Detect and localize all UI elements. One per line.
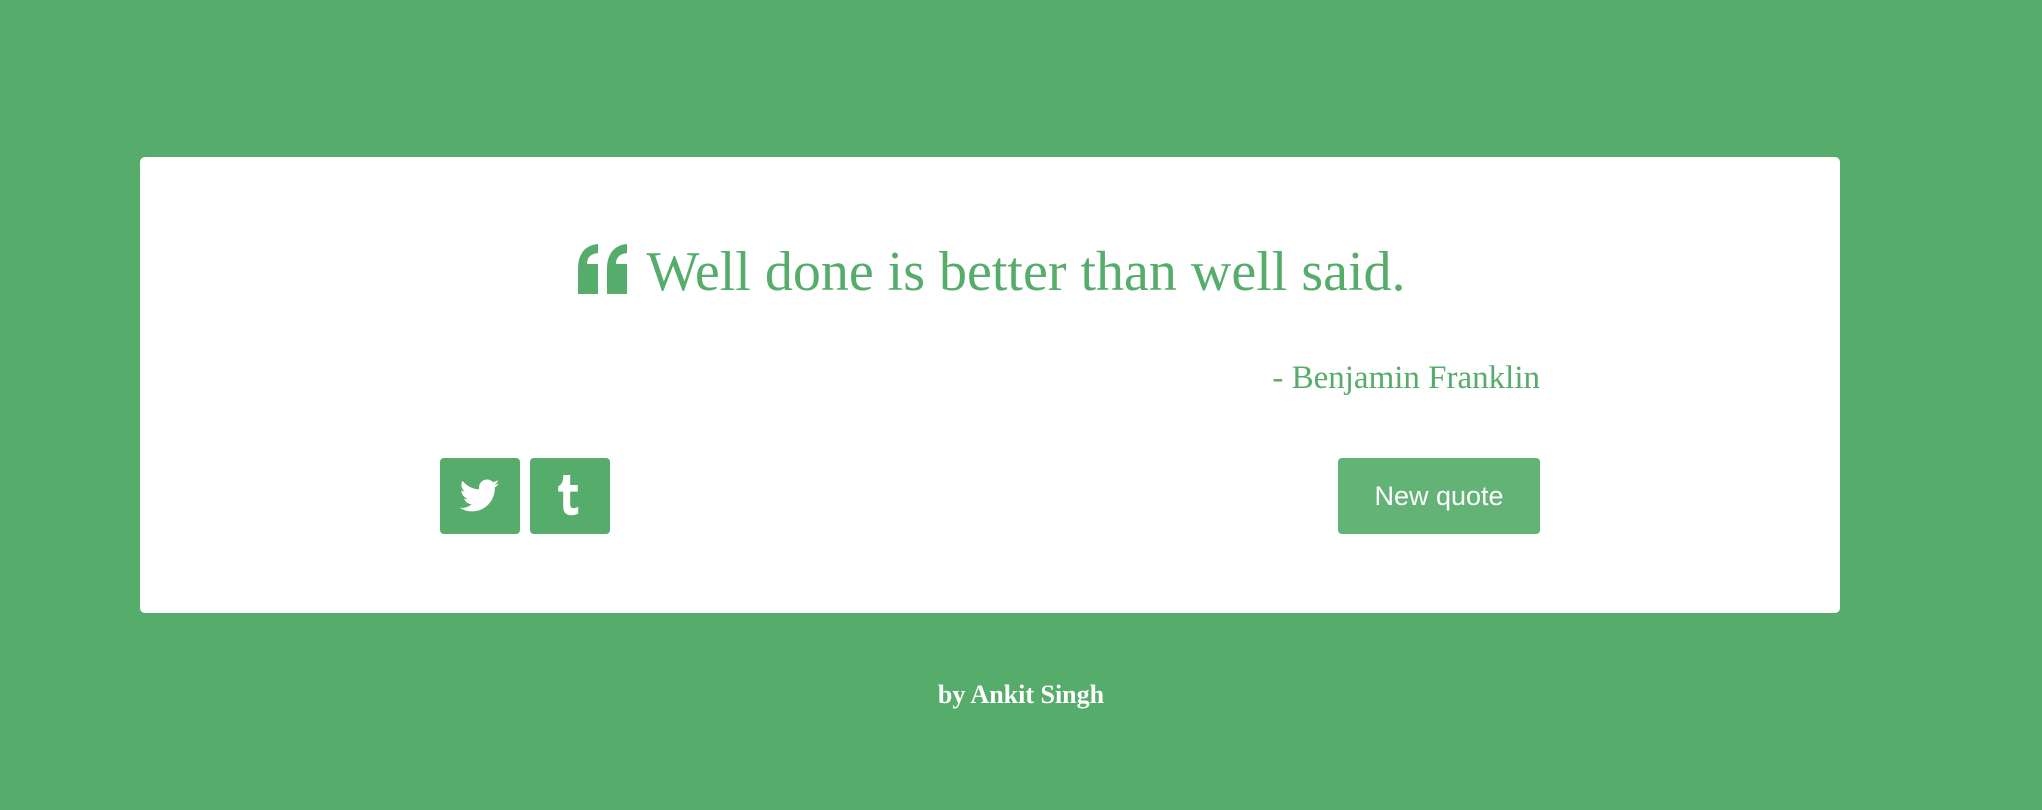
quote-card: Well done is better than well said. - Be…: [140, 157, 1840, 613]
quote-left-icon: [574, 243, 632, 295]
tweet-button[interactable]: [440, 458, 520, 534]
twitter-icon: [460, 479, 500, 513]
tumblr-button[interactable]: [530, 458, 610, 534]
new-quote-button[interactable]: New quote: [1338, 458, 1540, 534]
quote-author: - Benjamin Franklin: [1272, 360, 1540, 396]
author-credit: by Ankit Singh: [937, 680, 1105, 709]
tumblr-icon: [557, 475, 583, 517]
quote-text: Well done is better than well said.: [646, 241, 1406, 303]
quote-row: Well done is better than well said.: [140, 239, 1840, 305]
